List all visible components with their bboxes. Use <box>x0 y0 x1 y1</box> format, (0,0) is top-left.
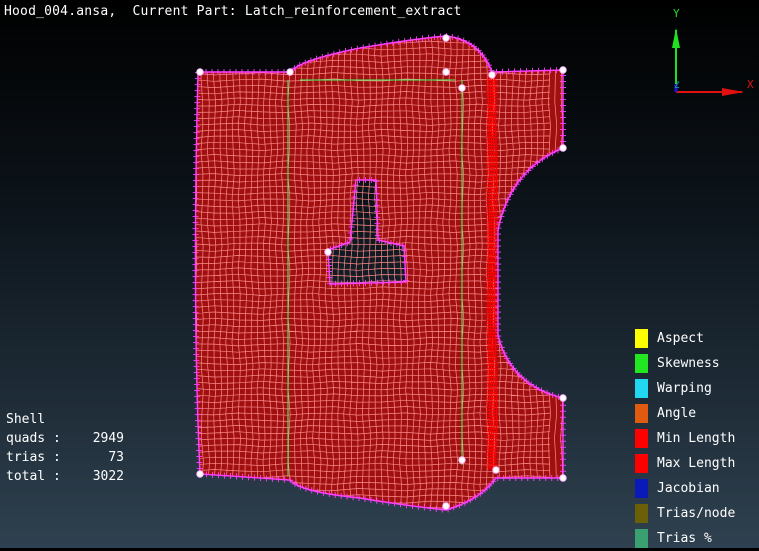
legend-item-trias-percent[interactable]: Trias % <box>635 526 735 551</box>
legend-swatch <box>635 454 648 473</box>
stats-row-quads: quads :2949 <box>6 431 124 446</box>
legend-swatch <box>635 379 648 398</box>
legend-item-warping[interactable]: Warping <box>635 376 735 401</box>
legend-swatch <box>635 504 648 523</box>
y-axis-label: Y <box>673 7 680 20</box>
stats-row-trias: trias :73 <box>6 450 124 465</box>
legend-swatch <box>635 329 648 348</box>
legend-item-aspect[interactable]: Aspect <box>635 326 735 351</box>
x-axis-label: X <box>747 78 754 91</box>
z-axis-label: Z <box>674 81 680 91</box>
legend-item-max-length[interactable]: Max Length <box>635 451 735 476</box>
legend-item-skewness[interactable]: Skewness <box>635 351 735 376</box>
legend-swatch <box>635 479 648 498</box>
legend-swatch <box>635 429 648 448</box>
stats-heading: Shell <box>6 412 46 427</box>
quality-criteria-legend: Aspect Skewness Warping Angle Min Length… <box>635 326 735 551</box>
legend-item-min-length[interactable]: Min Length <box>635 426 735 451</box>
legend-swatch <box>635 529 648 548</box>
legend-item-trias-node[interactable]: Trias/node <box>635 501 735 526</box>
legend-item-angle[interactable]: Angle <box>635 401 735 426</box>
legend-swatch <box>635 354 648 373</box>
legend-swatch <box>635 404 648 423</box>
legend-item-jacobian[interactable]: Jacobian <box>635 476 735 501</box>
stats-row-total: total :3022 <box>6 469 124 484</box>
shell-stats-panel: Shell quads :2949 trias :73 total :3022 <box>6 410 124 486</box>
